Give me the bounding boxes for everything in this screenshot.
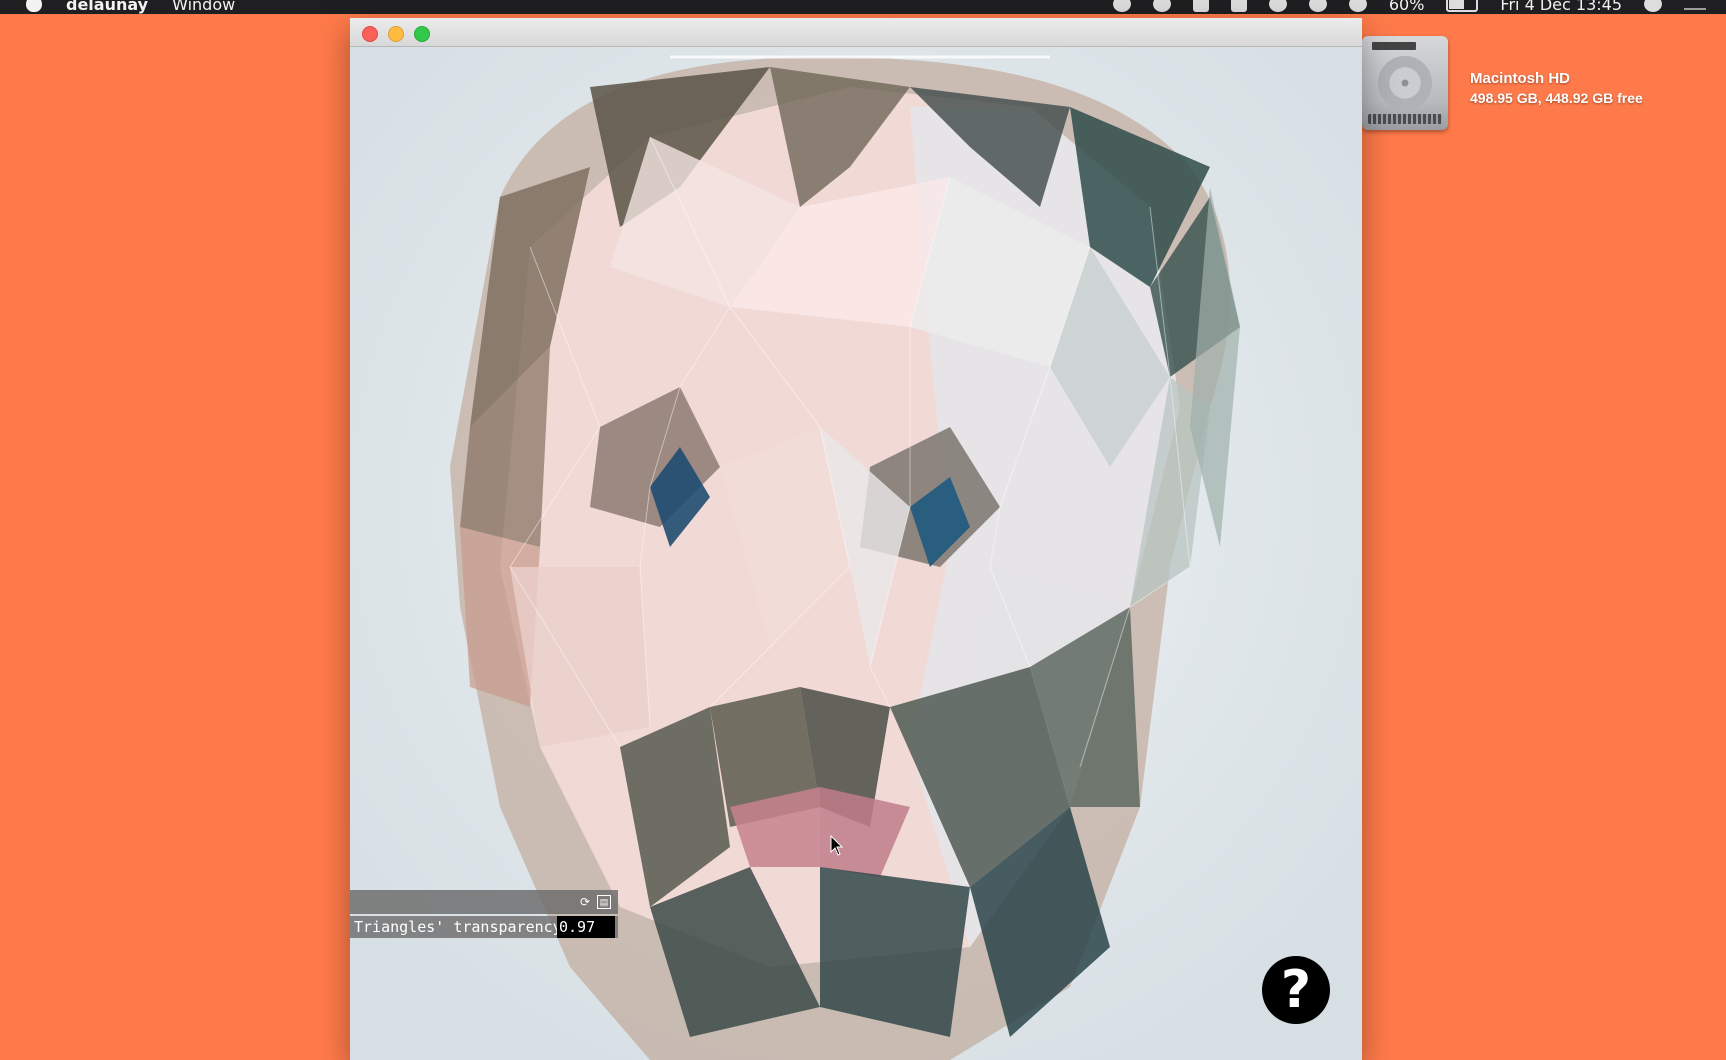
time-machine-icon[interactable]: [1308, 0, 1327, 12]
battery-percent[interactable]: 60%: [1389, 0, 1425, 14]
drive-label-strip: [1372, 42, 1416, 50]
moon-icon[interactable]: [1152, 0, 1171, 12]
parameter-panel: ⟳ ▤ Triangles' transparency 0.97: [350, 890, 618, 940]
headphones-icon[interactable]: [1268, 0, 1287, 12]
hard-drive-icon[interactable]: [1362, 36, 1448, 130]
transparency-label: Triangles' transparency: [354, 918, 562, 936]
save-icon[interactable]: ▤: [597, 895, 611, 909]
battery-icon[interactable]: [1446, 0, 1479, 12]
app-window: ⟳ ▤ Triangles' transparency 0.97 ?: [350, 18, 1362, 1060]
app-menu[interactable]: delaunay: [66, 0, 148, 14]
minimize-button[interactable]: [388, 26, 404, 42]
window-menu[interactable]: Window: [172, 0, 235, 14]
drive-grill: [1368, 114, 1442, 124]
search-icon[interactable]: [1644, 0, 1662, 12]
drive-info: 498.95 GB, 448.92 GB free: [1470, 90, 1643, 106]
window-titlebar[interactable]: [350, 18, 1362, 47]
record-icon[interactable]: [1112, 0, 1131, 12]
drive-platter: [1378, 56, 1432, 110]
clock[interactable]: Fri 4 Dec 13:45: [1500, 0, 1622, 14]
panel-header[interactable]: ⟳ ▤: [350, 890, 618, 914]
drive-name[interactable]: Macintosh HD: [1470, 70, 1570, 87]
zoom-button[interactable]: [414, 26, 430, 42]
mouse-cursor-icon: [830, 835, 844, 856]
menu-bar: delaunay Window 60% Fri 4 Dec 13:45: [0, 0, 1726, 14]
wifi-icon[interactable]: [1348, 0, 1367, 12]
transparency-value[interactable]: 0.97: [557, 916, 615, 938]
close-button[interactable]: [362, 26, 378, 42]
lock-icon[interactable]: [1230, 0, 1247, 12]
notification-center-icon[interactable]: [1684, 0, 1706, 10]
transparency-slider[interactable]: Triangles' transparency 0.97: [350, 916, 618, 938]
reset-icon[interactable]: ⟳: [578, 895, 592, 909]
help-button[interactable]: ?: [1262, 956, 1330, 1024]
apple-menu-icon[interactable]: [26, 0, 42, 12]
dropbox-icon[interactable]: [1192, 0, 1209, 12]
